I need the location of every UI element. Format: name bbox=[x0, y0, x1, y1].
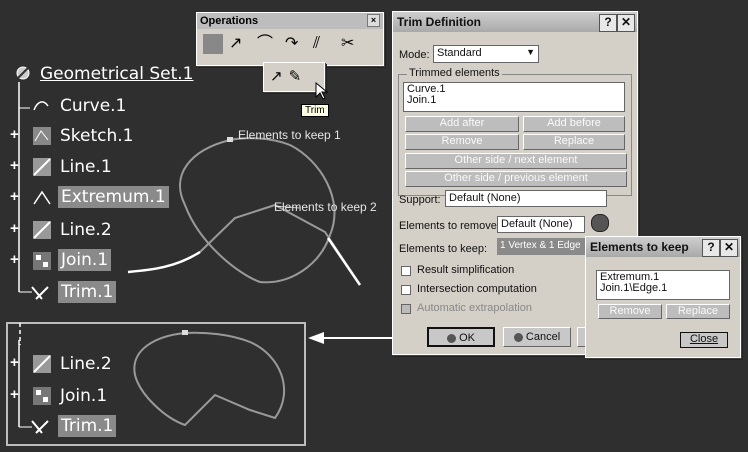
ok-button[interactable]: OK bbox=[427, 327, 495, 347]
support-field[interactable]: Default (None) bbox=[445, 190, 607, 207]
help-icon[interactable]: ? bbox=[702, 239, 720, 257]
split-icon[interactable]: ↗ bbox=[270, 67, 283, 87]
curve-icon bbox=[33, 101, 49, 111]
dialog-title: Trim Definition bbox=[397, 15, 481, 29]
healing-icon[interactable]: ↗ bbox=[229, 34, 251, 54]
dialog-titlebar: Trim Definition ? ✕ bbox=[393, 12, 637, 32]
support-label: Support: bbox=[399, 194, 441, 206]
disassemble-icon[interactable]: ⫽ bbox=[313, 34, 335, 54]
expand-icon[interactable]: + bbox=[10, 354, 19, 371]
curve-smooth-icon[interactable]: ⌒ bbox=[257, 34, 279, 54]
cancel-icon bbox=[513, 332, 523, 342]
trim-icon bbox=[31, 420, 49, 434]
tree-item-label: Line.2 bbox=[60, 354, 112, 374]
list-item[interactable]: Join.1 bbox=[407, 95, 621, 106]
toolbar-icons: ↗ ⌒ ↷ ⫽ ✂ bbox=[197, 29, 383, 59]
automatic-extrapolation-label: Automatic extrapolation bbox=[417, 302, 532, 314]
expand-icon[interactable]: + bbox=[10, 386, 19, 403]
expand-icon[interactable]: + bbox=[10, 188, 19, 205]
tree-item-label: Join.1 bbox=[58, 249, 112, 271]
elements-to-keep-field[interactable]: 1 Vertex & 1 Edge bbox=[497, 238, 593, 255]
mouse-cursor-icon bbox=[315, 82, 329, 100]
help-icon[interactable]: ? bbox=[599, 14, 617, 32]
chevron-down-icon: ▼ bbox=[526, 47, 535, 57]
replace-button[interactable]: Replace bbox=[523, 134, 625, 150]
tree-item-label: Trim.1 bbox=[58, 281, 117, 303]
tree-item-label: Extremum.1 bbox=[58, 186, 169, 208]
expand-icon[interactable]: + bbox=[10, 251, 19, 268]
join-icon bbox=[33, 387, 51, 405]
join-icon[interactable] bbox=[203, 34, 223, 54]
result-simplification-label: Result simplification bbox=[417, 264, 515, 276]
line-icon bbox=[33, 158, 51, 176]
mode-label: Mode: bbox=[399, 49, 430, 61]
cancel-button[interactable]: Cancel bbox=[503, 327, 571, 347]
intersection-computation-label: Intersection computation bbox=[417, 283, 537, 295]
add-after-button[interactable]: Add after bbox=[405, 116, 519, 132]
annotation-keep-1: Elements to keep 1 bbox=[238, 128, 341, 142]
trim-icon bbox=[31, 286, 49, 300]
tree-item-label: Join.1 bbox=[60, 386, 108, 406]
elements-to-remove-field[interactable]: Default (None) bbox=[497, 216, 585, 233]
toolbar-title-text: Operations bbox=[200, 15, 259, 27]
dialog-titlebar: Elements to keep ? ✕ bbox=[586, 237, 740, 257]
untrim-icon[interactable]: ↷ bbox=[285, 34, 307, 54]
split-icon[interactable]: ✂ bbox=[341, 34, 363, 54]
annotation-keep-2: Elements to keep 2 bbox=[274, 200, 377, 214]
keep-elements-list[interactable]: Extremum.1 Join.1\Edge.1 bbox=[596, 270, 730, 300]
intersection-computation-checkbox[interactable] bbox=[401, 285, 411, 295]
trim-icon[interactable]: ✎ bbox=[289, 67, 302, 87]
line-icon bbox=[33, 355, 51, 373]
expand-icon[interactable]: + bbox=[10, 220, 19, 237]
ok-label: OK bbox=[459, 332, 475, 344]
ok-icon bbox=[447, 333, 457, 343]
list-item[interactable]: Curve.1 bbox=[407, 84, 621, 95]
remove-button[interactable]: Remove bbox=[598, 304, 662, 319]
close-icon[interactable]: ✕ bbox=[617, 14, 635, 32]
cancel-label: Cancel bbox=[525, 331, 561, 343]
dialog-title: Elements to keep bbox=[590, 240, 689, 254]
trim-result-shape bbox=[133, 331, 285, 427]
close-button[interactable]: Close bbox=[680, 332, 728, 348]
elements-to-keep-dialog: Elements to keep ? ✕ Extremum.1 Join.1\E… bbox=[585, 236, 741, 358]
trim-tooltip: Trim bbox=[301, 104, 329, 117]
expand-icon[interactable]: + bbox=[10, 157, 19, 174]
elements-to-remove-label: Elements to remove: bbox=[399, 220, 500, 232]
tree-item-label: Trim.1 bbox=[58, 415, 117, 437]
tree-item-label: Line.1 bbox=[60, 157, 112, 177]
sketch-icon bbox=[33, 127, 51, 145]
toolbar-close-icon[interactable]: × bbox=[367, 14, 380, 27]
operations-toolbar: Operations × ↗ ⌒ ↷ ⫽ ✂ bbox=[196, 12, 384, 66]
trimmed-group-label: Trimmed elements bbox=[407, 67, 502, 79]
tree-item-label: Sketch.1 bbox=[60, 126, 134, 146]
tree-item-label: Line.2 bbox=[60, 220, 112, 240]
join-1 bbox=[199, 203, 361, 286]
toolbar-title: Operations × bbox=[197, 13, 383, 29]
extremum-icon bbox=[33, 190, 51, 205]
element-list-icon[interactable] bbox=[591, 214, 609, 232]
add-before-button[interactable]: Add before bbox=[523, 116, 625, 132]
remove-button[interactable]: Remove bbox=[405, 134, 519, 150]
result-simplification-checkbox[interactable] bbox=[401, 266, 411, 276]
expand-icon[interactable]: + bbox=[10, 126, 19, 143]
trimmed-elements-list[interactable]: Curve.1 Join.1 bbox=[403, 82, 625, 112]
mode-value: Standard bbox=[437, 47, 482, 59]
elements-to-keep-label: Elements to keep: bbox=[399, 243, 488, 255]
mode-select[interactable]: Standard ▼ bbox=[433, 45, 539, 63]
tree-item-label: Geometrical Set.1 bbox=[40, 64, 194, 84]
tree-item-label: Curve.1 bbox=[60, 96, 127, 116]
line-icon bbox=[33, 221, 51, 239]
other-side-previous-button[interactable]: Other side / previous element bbox=[405, 171, 627, 187]
arrow-head bbox=[308, 332, 324, 344]
close-icon[interactable]: ✕ bbox=[720, 239, 738, 257]
replace-button[interactable]: Replace bbox=[666, 304, 730, 319]
extremum-line bbox=[326, 237, 362, 286]
automatic-extrapolation-checkbox[interactable] bbox=[401, 304, 411, 314]
curve-vertex-marker bbox=[227, 137, 233, 142]
geometrical-set-icon bbox=[16, 66, 30, 80]
join-icon bbox=[33, 252, 51, 270]
other-side-next-button[interactable]: Other side / next element bbox=[405, 153, 627, 169]
list-item[interactable]: Join.1\Edge.1 bbox=[600, 283, 726, 294]
